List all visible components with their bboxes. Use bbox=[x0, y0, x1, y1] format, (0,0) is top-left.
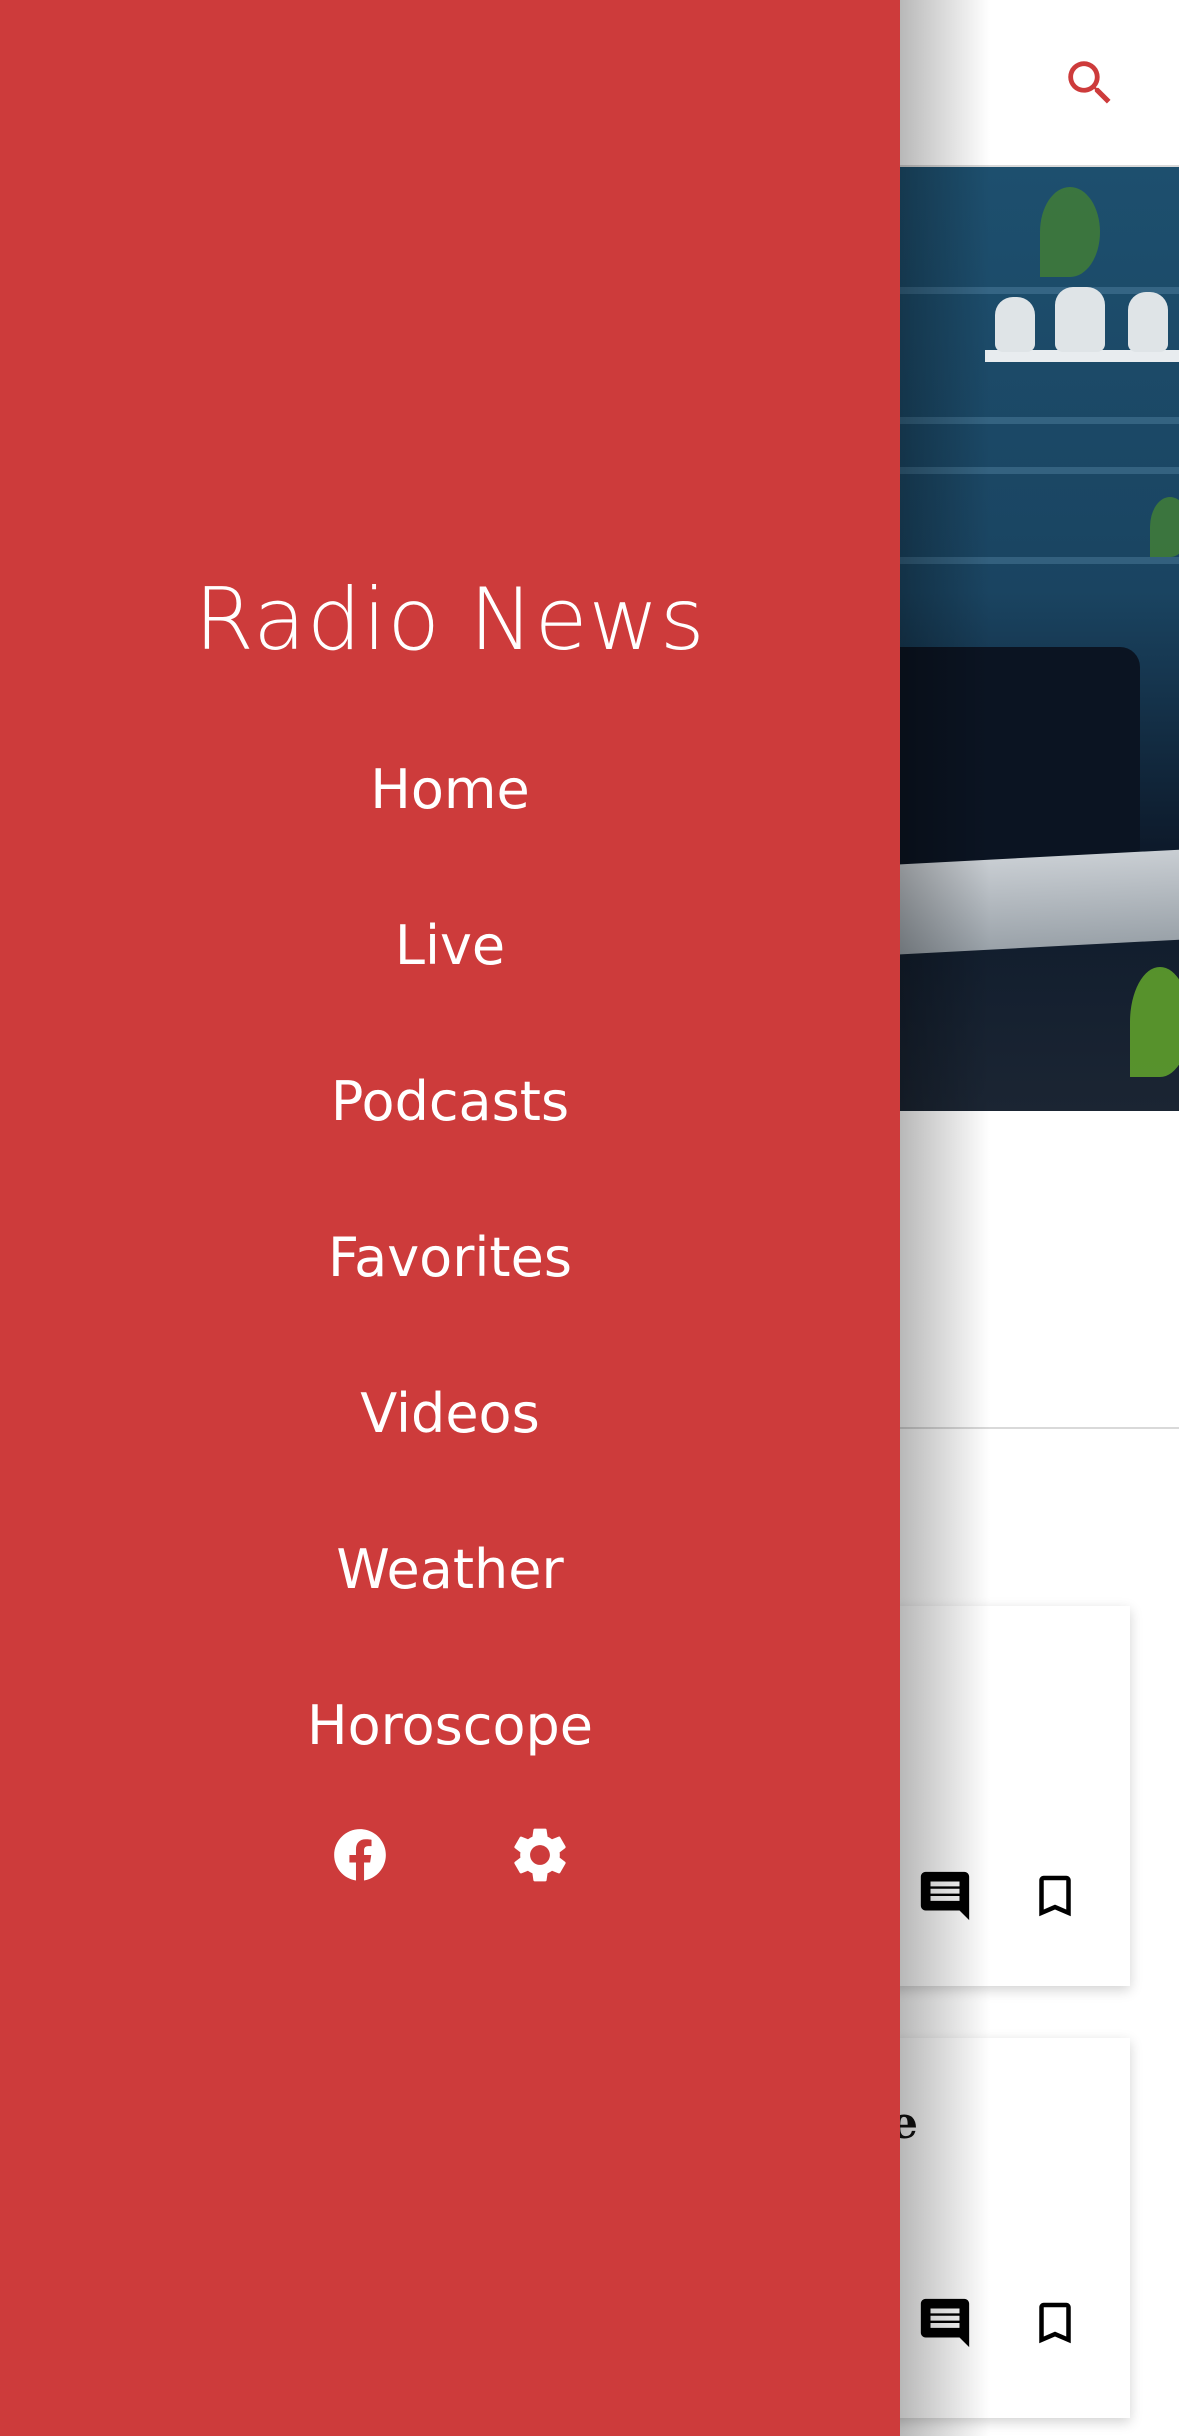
gear-icon bbox=[514, 1828, 566, 1882]
search-button[interactable] bbox=[1055, 48, 1125, 118]
bookmark-icon bbox=[1039, 2302, 1071, 2344]
menu-item-favorites[interactable]: Favorites bbox=[0, 1208, 900, 1308]
drawer-title: Radio News bbox=[194, 570, 706, 670]
facebook-icon bbox=[334, 1829, 386, 1881]
bookmark-icon bbox=[1039, 1875, 1071, 1917]
menu-item-podcasts[interactable]: Podcasts bbox=[0, 1052, 900, 1152]
menu-item-weather[interactable]: Weather bbox=[0, 1520, 900, 1620]
facebook-button[interactable] bbox=[325, 1820, 395, 1890]
menu-item-home[interactable]: Home bbox=[0, 740, 900, 840]
drawer-footer-actions bbox=[0, 1820, 900, 1890]
search-icon bbox=[1068, 61, 1111, 104]
bookmark-button[interactable] bbox=[1025, 1866, 1085, 1926]
navigation-drawer: Radio News Home Live Podcasts Favorites … bbox=[0, 0, 900, 2436]
menu-item-horoscope[interactable]: Horoscope bbox=[0, 1676, 900, 1776]
bookmark-button[interactable] bbox=[1025, 2293, 1085, 2353]
settings-button[interactable] bbox=[505, 1820, 575, 1890]
menu-item-videos[interactable]: Videos bbox=[0, 1364, 900, 1464]
menu-item-live[interactable]: Live bbox=[0, 896, 900, 996]
drawer-shadow bbox=[900, 0, 990, 2436]
